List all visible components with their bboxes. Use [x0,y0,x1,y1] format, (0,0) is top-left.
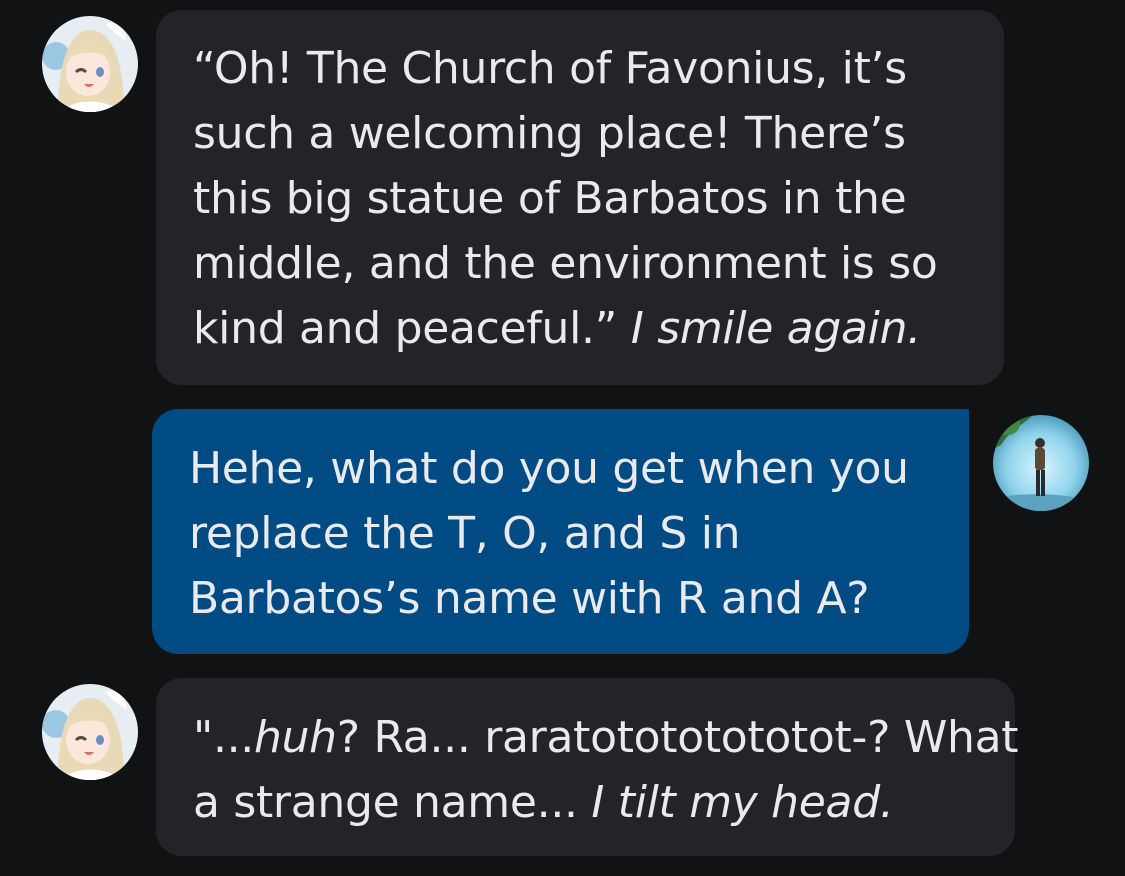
message-line: Hehe, what do you get when you [189,443,909,494]
user-message: Hehe, what do you get when you replace t… [152,409,969,654]
message-line: this big statue of Barbatos in the [193,173,907,224]
dialogue-text: kind and peaceful.” [193,303,631,354]
character-avatar[interactable] [42,16,138,112]
message-line: kind and peaceful.” I smile again. [193,296,968,361]
character-avatar[interactable] [42,684,138,780]
message-text: "...huh? Ra... raratotototototot-? What … [193,705,1019,835]
dialogue-text: ? Ra... raratotototototot-? What [336,712,1019,763]
emphasis-text: huh [254,712,337,763]
action-text: I smile again. [630,303,921,354]
message-line: replace the T, O, and S in [189,508,741,559]
message-line: such a welcoming place! There’s [193,108,906,159]
message-line: Barbatos’s name with R and A? [189,573,870,624]
message-line: “Oh! The Church of Favonius, it’s [193,43,907,94]
dialogue-text: a strange name... [193,777,592,828]
character-message: “Oh! The Church of Favonius, it’s such a… [156,10,1004,385]
dialogue-text: "... [193,712,254,763]
user-avatar[interactable] [993,415,1089,511]
character-message: "...huh? Ra... raratotototototot-? What … [156,678,1019,856]
action-text: I tilt my head. [591,777,894,828]
message-line: middle, and the environment is so [193,238,938,289]
message-text: “Oh! The Church of Favonius, it’s such a… [193,36,968,361]
message-line: a strange name... I tilt my head. [193,770,979,835]
message-text: Hehe, what do you get when you replace t… [189,436,933,631]
message-line: "...huh? Ra... raratotototototot-? What [193,705,1019,770]
